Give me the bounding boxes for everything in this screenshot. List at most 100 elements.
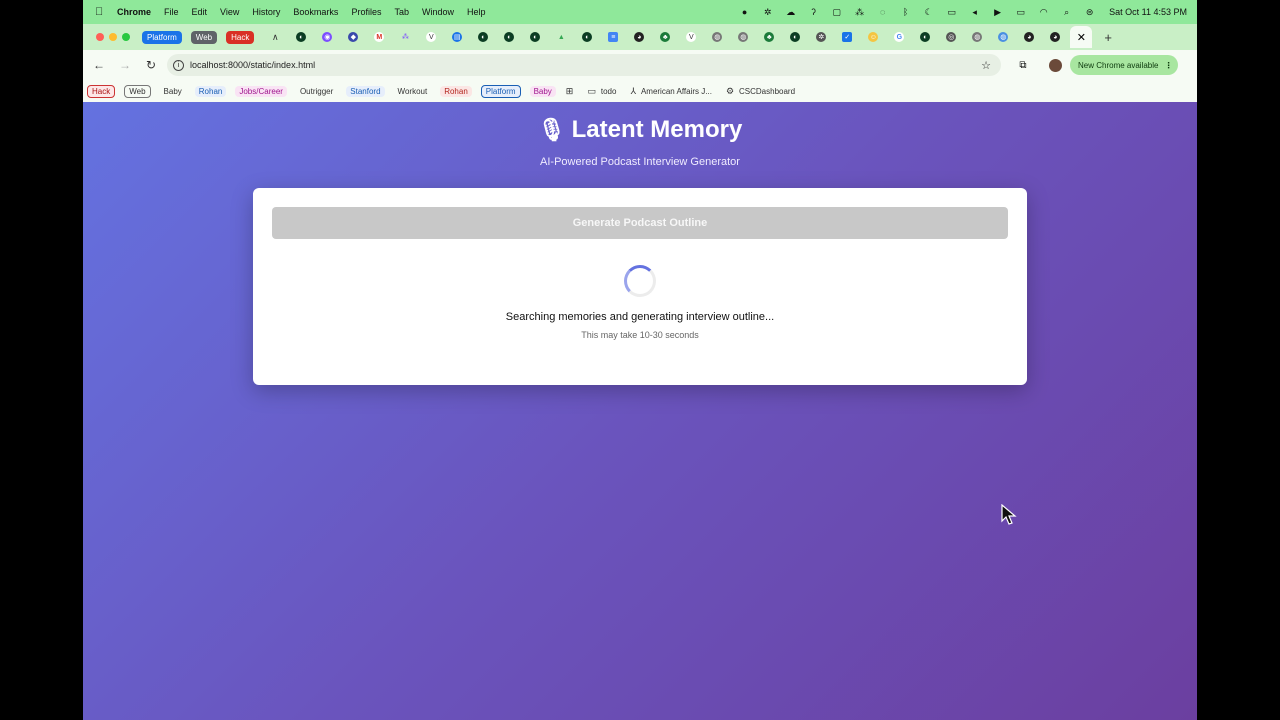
apps-grid-icon[interactable]: ⊞ (566, 86, 574, 97)
bookmark-american-affairs[interactable]: ⅄ American Affairs J... (630, 86, 712, 97)
menu-datetime[interactable]: Sat Oct 11 4:53 PM (1109, 7, 1187, 17)
battery-icon[interactable]: ▭ (1015, 7, 1026, 18)
tab-favicon-green-5-icon[interactable]: ◐ (582, 32, 593, 42)
bookmark-star-icon[interactable]: ☆ (981, 59, 991, 72)
tab-favicon-gray-icon[interactable]: ◍ (712, 32, 723, 42)
tab-favicon-gray-3-icon[interactable]: ◍ (972, 32, 983, 42)
kebab-menu-icon[interactable]: ⋮ (1164, 61, 1172, 70)
bookmark-rohan-2[interactable]: Rohan (440, 85, 472, 97)
apple-icon[interactable]:  (95, 6, 109, 18)
menu-profiles[interactable]: Profiles (351, 7, 381, 17)
tab-favicon-linear-icon[interactable]: ◆ (348, 32, 359, 42)
tab-favicon-green-icon[interactable]: ◐ (296, 32, 307, 42)
site-info-icon[interactable]: i (173, 59, 184, 71)
new-tab-button[interactable]: + (1104, 30, 1112, 45)
tab-favicon-openai-icon[interactable]: ✲ (816, 32, 827, 42)
page-title-text: Latent Memory (571, 116, 743, 143)
tab-favicon-github-2-icon[interactable]: ◕ (1024, 32, 1035, 42)
bookmark-baby-2[interactable]: Baby (529, 85, 556, 97)
generate-outline-button[interactable]: Generate Podcast Outline (272, 207, 1008, 239)
generator-card: Generate Podcast Outline Searching memor… (253, 188, 1027, 385)
tab-favicon-drive-icon[interactable]: ▲ (556, 32, 566, 42)
mouse-cursor-icon (1001, 504, 1017, 525)
tab-favicon-github-3-icon[interactable]: ◕ (1050, 32, 1061, 42)
tab-favicon-leaf-2-icon[interactable]: ♣ (764, 32, 775, 42)
bookmark-stanford[interactable]: Stanford (346, 85, 385, 97)
tab-favicon-gray-2-icon[interactable]: ◍ (738, 32, 749, 42)
tab-favicon-yellow-icon[interactable]: ☺ (868, 32, 879, 42)
menu-history[interactable]: History (252, 7, 280, 17)
tab-favicon-check-icon[interactable]: ✓ (842, 32, 853, 42)
bluetooth-icon[interactable]: ᛒ (900, 7, 911, 18)
tab-favicon-book-icon[interactable]: ▤ (452, 32, 463, 42)
tab-favicon-v-icon[interactable]: V (426, 32, 437, 42)
window-zoom-button[interactable] (122, 33, 130, 41)
wifi-icon[interactable]: ◠ (1038, 7, 1049, 18)
bookmark-baby[interactable]: Baby (160, 86, 186, 97)
volume-icon[interactable]: ◂ (969, 7, 980, 18)
record-icon[interactable]: ● (739, 7, 750, 18)
loading-hint: This may take 10-30 seconds (581, 330, 699, 340)
activity-icon[interactable]: ⁂ (854, 7, 865, 18)
tab-favicon-green-7-icon[interactable]: ◐ (920, 32, 931, 42)
bookmark-web[interactable]: Web (124, 84, 151, 98)
tab-favicon-green-2-icon[interactable]: ◐ (478, 32, 489, 42)
address-bar[interactable]: i localhost:8000/static/index.html ☆ (167, 54, 1001, 76)
menu-edit[interactable]: Edit (192, 7, 208, 17)
bookmark-workout[interactable]: Workout (394, 86, 432, 97)
play-icon[interactable]: ▶ (992, 7, 1003, 18)
focus-icon[interactable]: ◌ (877, 7, 888, 18)
moon-icon[interactable]: ☾ (923, 7, 934, 18)
display-icon[interactable]: ▭ (946, 7, 957, 18)
loading-message: Searching memories and generating interv… (505, 311, 775, 323)
tab-favicon-v-2-icon[interactable]: V (686, 32, 697, 42)
menu-bookmarks[interactable]: Bookmarks (293, 7, 338, 17)
bookmark-folder-todo[interactable]: ▭ todo (587, 86, 616, 97)
bookmark-csc-dashboard[interactable]: ⚙ CSCDashboard (726, 86, 795, 97)
tab-favicon-wave-icon[interactable]: ∧ (270, 32, 280, 42)
tab-favicon-green-6-icon[interactable]: ◐ (790, 32, 801, 42)
control-center-icon[interactable]: ⊜ (1084, 7, 1095, 18)
tab-group-web[interactable]: Web (190, 30, 218, 44)
ear-icon[interactable]: ʔ (808, 7, 819, 18)
bookmark-outrigger[interactable]: Outrigger (296, 86, 337, 97)
menu-window[interactable]: Window (422, 7, 454, 17)
menu-help[interactable]: Help (467, 7, 486, 17)
forward-arrow-icon[interactable]: → (115, 58, 135, 72)
window-minimize-button[interactable] (109, 33, 117, 41)
tab-favicon-purple-icon[interactable]: ◉ (322, 32, 333, 42)
bookmark-platform[interactable]: Platform (480, 84, 521, 98)
bookmark-rohan[interactable]: Rohan (194, 85, 227, 97)
bookmark-jobs-career[interactable]: Jobs/Career (235, 85, 287, 97)
update-chrome-button[interactable]: New Chrome available ⋮ (1070, 55, 1179, 75)
menu-view[interactable]: View (220, 7, 239, 17)
tab-favicon-docs-icon[interactable]: ≡ (608, 32, 619, 42)
back-arrow-icon[interactable]: ← (89, 58, 109, 72)
address-url[interactable]: localhost:8000/static/index.html (190, 60, 315, 70)
windows-icon[interactable]: ▢ (831, 7, 842, 18)
menu-app-name[interactable]: Chrome (117, 7, 151, 17)
cloud-icon[interactable]: ☁ (785, 7, 796, 18)
openai-icon[interactable]: ✲ (762, 7, 773, 18)
bookmark-hack[interactable]: Hack (87, 84, 116, 98)
tab-favicon-grid-icon[interactable]: ⁂ (400, 32, 410, 42)
tab-favicon-gmail-icon[interactable]: M (374, 32, 385, 42)
active-tab-close-icon[interactable]: ✕ (1070, 26, 1093, 48)
window-close-button[interactable] (96, 33, 104, 41)
tab-favicon-green-3-icon[interactable]: ◐ (504, 32, 515, 42)
tab-favicon-google-icon[interactable]: G (894, 32, 905, 42)
search-icon[interactable]: ⌕ (1061, 7, 1072, 18)
profile-avatar[interactable] (1049, 58, 1062, 72)
tab-search-icon[interactable]: ⧉ (1015, 60, 1031, 71)
tab-favicon-github-icon[interactable]: ◕ (634, 32, 645, 42)
tab-group-platform[interactable]: Platform (142, 30, 182, 44)
tab-favicon-chrome-icon[interactable]: ◎ (946, 32, 957, 42)
tab-favicon-leaf-icon[interactable]: ♣ (660, 32, 671, 42)
tab-favicon-blue-icon[interactable]: ◍ (998, 32, 1009, 42)
tab-group-hack[interactable]: Hack (226, 30, 255, 44)
menu-tab[interactable]: Tab (394, 7, 409, 17)
tab-favicon-green-4-icon[interactable]: ◐ (530, 32, 541, 42)
macos-menu-bar:  Chrome File Edit View History Bookmark… (83, 0, 1197, 24)
reload-icon[interactable]: ↻ (141, 58, 161, 72)
menu-file[interactable]: File (164, 7, 179, 17)
